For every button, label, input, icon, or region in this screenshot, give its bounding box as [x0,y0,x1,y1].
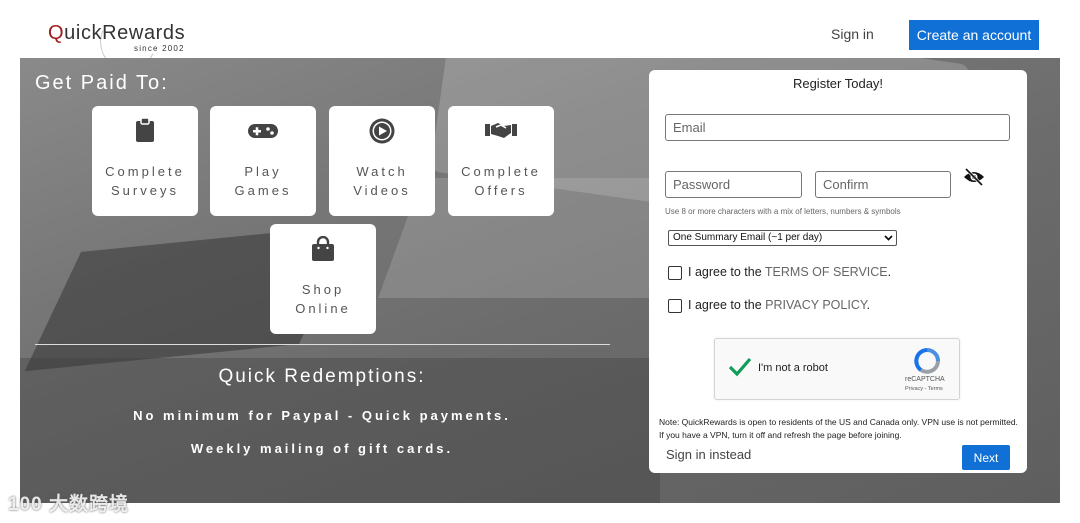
play-circle-icon [329,118,435,144]
handshake-icon [448,118,554,142]
redemptions-paypal-text: No minimum for Paypal - Quick payments. [133,408,511,423]
sign-in-link[interactable]: Sign in [831,26,874,42]
top-header: QuickRewards since 2002 Sign in Create a… [20,6,1060,78]
logo-text: QuickRewards [48,22,186,44]
create-account-button[interactable]: Create an account [909,20,1039,50]
divider [35,344,610,345]
tile-play-games[interactable]: Play Games [210,106,316,216]
confirm-password-field[interactable] [815,171,951,198]
email-frequency-value: One Summary Email (~1 per day) [673,232,823,243]
tile-label: Complete Offers [461,164,541,198]
email-field[interactable] [665,114,1010,141]
eligibility-note: Note: QuickRewards is open to residents … [659,417,1018,440]
redemptions-giftcards-text: Weekly mailing of gift cards. [190,441,454,456]
shopping-bag-icon [270,236,376,261]
gamepad-icon [210,118,316,142]
tile-label: Complete Surveys [105,164,185,198]
quick-redemptions-title: Quick Redemptions: [218,366,426,387]
sign-in-instead-link[interactable]: Sign in instead [666,447,751,462]
register-card: Register Today! Use 8 or more characters… [649,70,1027,473]
tile-complete-surveys[interactable]: Complete Surveys [92,106,198,216]
tile-shop-online[interactable]: Shop Online [270,224,376,334]
next-button[interactable]: Next [962,445,1010,470]
privacy-label: I agree to the PRIVACY POLICY. [688,298,871,312]
get-paid-title: Get Paid To: [35,72,169,94]
captcha-brand: reCAPTCHA [905,376,945,383]
checkmark-icon[interactable] [728,357,752,382]
privacy-link[interactable]: PRIVACY POLICY [765,298,866,312]
chevron-down-icon [884,232,893,246]
password-hint: Use 8 or more characters with a mix of l… [665,207,901,216]
tile-watch-videos[interactable]: Watch Videos [329,106,435,216]
logo-since: since 2002 [134,44,185,53]
tile-label: Play Games [234,164,292,198]
tile-label: Watch Videos [353,164,411,198]
password-field[interactable] [665,171,802,198]
terms-checkbox[interactable] [668,266,682,280]
email-frequency-select[interactable]: One Summary Email (~1 per day) [668,230,897,246]
eye-slash-icon[interactable] [963,167,985,187]
recaptcha-widget[interactable]: I'm not a robot reCAPTCHA Privacy - Term… [714,338,960,400]
captcha-label: I'm not a robot [758,362,828,374]
tile-label: Shop Online [295,282,351,316]
captcha-privacy-terms[interactable]: Privacy - Terms [905,386,943,392]
terms-link[interactable]: TERMS OF SERVICE [765,265,888,279]
logo[interactable]: QuickRewards [48,22,185,45]
clipboard-icon [92,118,198,142]
terms-label: I agree to the TERMS OF SERVICE. [688,265,892,279]
tile-complete-offers[interactable]: Complete Offers [448,106,554,216]
watermark: 100 大数跨境 [8,494,129,515]
page: QuickRewards since 2002 Sign in Create a… [0,0,1080,523]
privacy-checkbox[interactable] [668,299,682,313]
register-title: Register Today! [792,76,884,91]
